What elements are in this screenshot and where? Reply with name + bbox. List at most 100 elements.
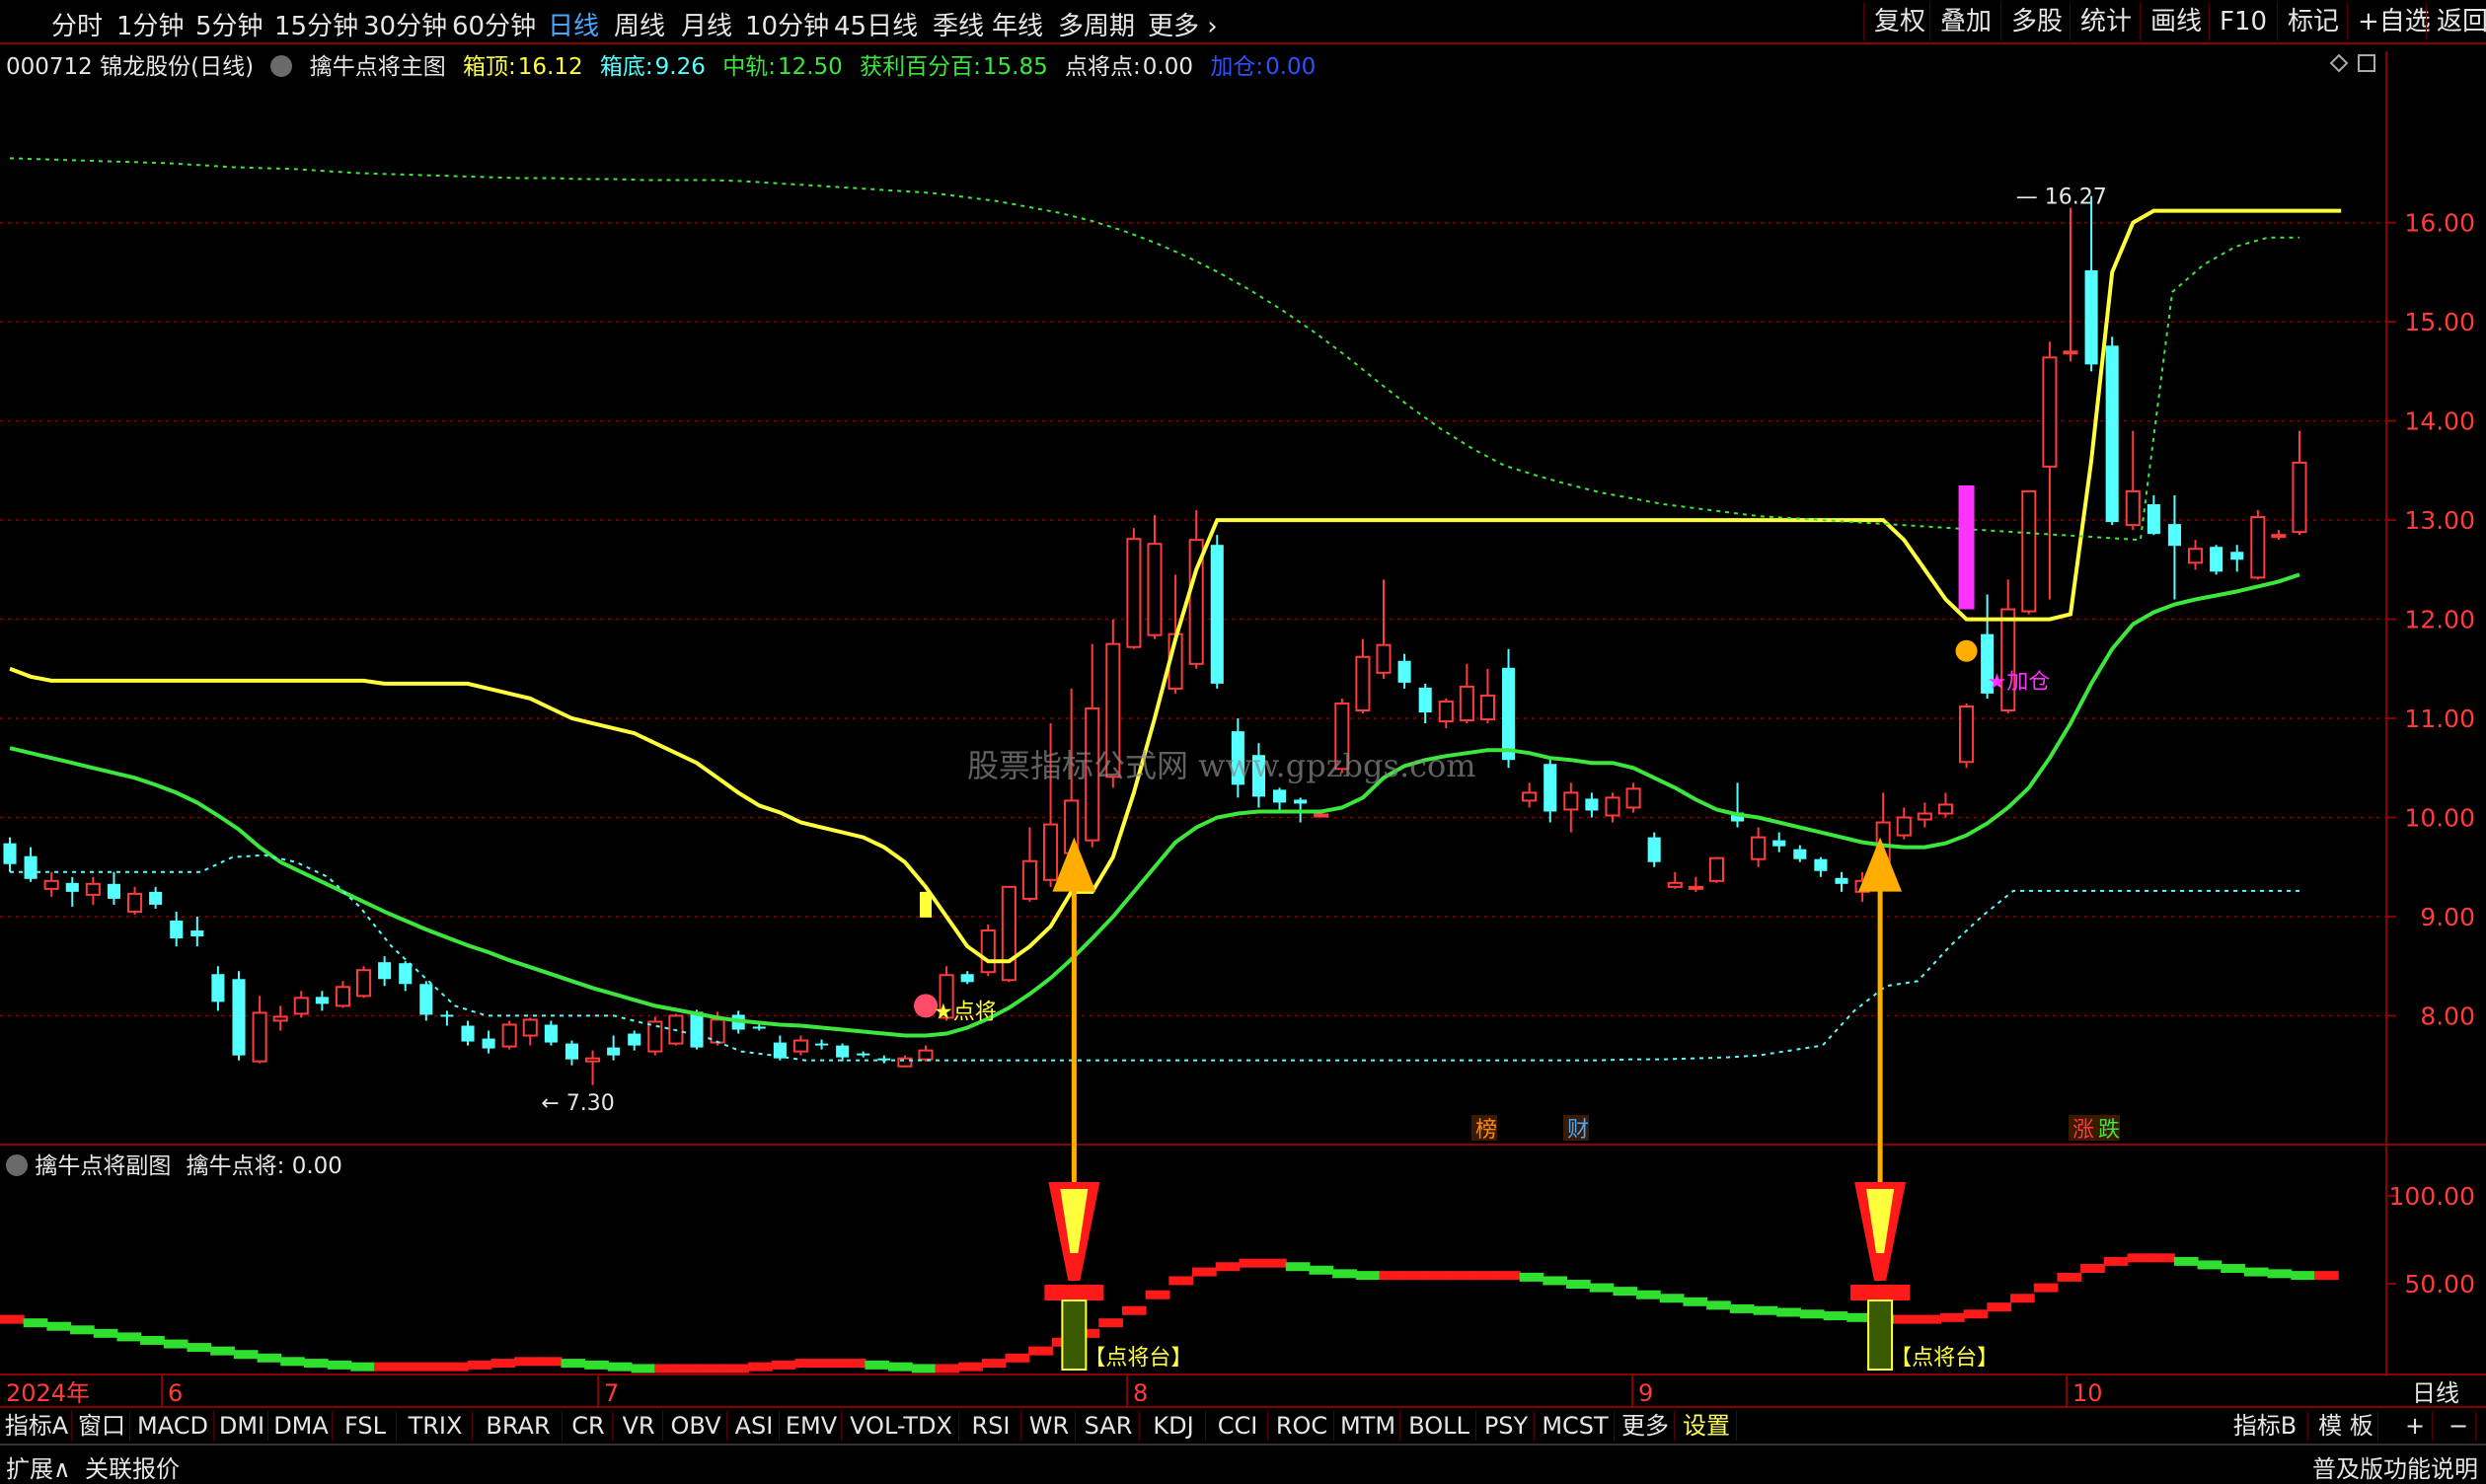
indicator-tab-17[interactable]: KDJ <box>1142 1411 1206 1441</box>
sub-bar <box>303 1359 329 1369</box>
y-tick-label: 11.00 <box>2404 705 2475 733</box>
platform-post-0 <box>1061 1299 1088 1371</box>
sub-bar <box>187 1343 212 1353</box>
indicator-tab-8[interactable]: CR <box>565 1411 613 1441</box>
candle-body <box>2125 489 2141 527</box>
indicator-tab-2[interactable]: MACD <box>132 1411 214 1441</box>
candle-body <box>1210 545 1224 684</box>
sub-bar <box>2221 1264 2245 1273</box>
x-tick-label: 7 <box>604 1379 619 1406</box>
candle-body <box>752 1026 766 1029</box>
bottom-right-button-3[interactable]: − <box>2442 1411 2476 1441</box>
bottom-right-button-1[interactable]: 模 板 <box>2314 1411 2378 1441</box>
indicator-tab-20[interactable]: MTM <box>1336 1411 1400 1441</box>
sub-bar <box>140 1335 165 1345</box>
indicator-tab-24[interactable]: 更多 <box>1617 1411 1675 1441</box>
bottom-right-button-2[interactable]: + <box>2398 1411 2433 1441</box>
candle-body <box>170 920 184 939</box>
sub-bar <box>350 1362 375 1372</box>
indicator-tab-11[interactable]: ASI <box>729 1411 780 1441</box>
indicator-tab-15[interactable]: WR <box>1023 1411 1076 1441</box>
candle-body <box>1917 812 1932 821</box>
indicator-tab-5[interactable]: FSL <box>335 1411 397 1441</box>
candle-body <box>1585 798 1599 811</box>
candle-body <box>1294 799 1308 804</box>
bottom-right-button-0[interactable]: 指标B <box>2222 1411 2308 1441</box>
candle-body <box>1438 700 1454 723</box>
candle-body <box>690 1011 704 1048</box>
candle-body <box>1814 858 1828 871</box>
indicator-tab-21[interactable]: BOLL <box>1402 1411 1476 1441</box>
candle-body <box>1544 764 1557 812</box>
indicator-tab-18[interactable]: CCI <box>1208 1411 1268 1441</box>
sub-bar <box>257 1353 282 1363</box>
sub-bar <box>327 1360 352 1370</box>
candle-body <box>1459 685 1474 722</box>
candle-body <box>836 1045 850 1058</box>
y-tick-label: 16.00 <box>2404 209 2475 238</box>
sub-bar <box>444 1362 469 1372</box>
y-tick-label: 8.00 <box>2420 1002 2475 1030</box>
indicator-tab-1[interactable]: 窗口 <box>74 1411 130 1441</box>
sub-bar <box>2033 1283 2059 1293</box>
dianjiangtai-label-1: 【点将台】 <box>1890 1346 1998 1371</box>
indicator-tab-19[interactable]: ROC <box>1270 1411 1334 1441</box>
candle-body <box>293 997 309 1015</box>
indicator-tab-10[interactable]: OBV <box>665 1411 727 1441</box>
sub-bar <box>1285 1262 1311 1272</box>
candle-body <box>2271 534 2287 539</box>
candle-body <box>1563 791 1579 811</box>
sub-bar <box>1168 1276 1194 1286</box>
indicator-tab-22[interactable]: PSY <box>1478 1411 1535 1441</box>
indicator-tab-4[interactable]: DMA <box>270 1411 333 1441</box>
sub-bar <box>2291 1271 2315 1281</box>
sub-bar <box>935 1364 960 1373</box>
sub-bar <box>677 1364 703 1373</box>
indicator-tab-12[interactable]: EMV <box>782 1411 842 1441</box>
sub-bar <box>93 1328 118 1338</box>
funnel-cap-0 <box>1044 1285 1104 1300</box>
sub-bar <box>911 1364 937 1373</box>
candle-body <box>1647 837 1661 862</box>
sub-bar <box>1729 1303 1755 1313</box>
sub-bar <box>1776 1307 1801 1317</box>
indicator-tab-25[interactable]: 设置 <box>1677 1411 1737 1441</box>
candle-body <box>1418 687 1432 713</box>
candle-body <box>1502 667 1516 761</box>
sub-bar <box>1987 1302 2012 1312</box>
candle-body <box>461 1025 475 1042</box>
indicator-tab-0[interactable]: 指标A <box>2 1411 72 1441</box>
sub-bar <box>724 1364 749 1373</box>
sub-bar <box>23 1318 48 1328</box>
sub-bar <box>1098 1318 1123 1328</box>
candle-body <box>710 1018 725 1044</box>
diamond-icon <box>2329 53 2349 73</box>
indicator-tab-16[interactable]: SAR <box>1078 1411 1140 1441</box>
sub-bar <box>865 1360 890 1370</box>
expand-button[interactable]: 扩展∧ <box>6 1449 71 1484</box>
indicator-tab-9[interactable]: VR <box>615 1411 663 1441</box>
sub-bar <box>1940 1312 1965 1322</box>
candle-body <box>2210 547 2223 572</box>
sub-bar <box>1636 1290 1661 1299</box>
candle-body <box>356 969 372 998</box>
edition-info-link[interactable]: 普及版功能说明 <box>2312 1449 2478 1484</box>
sub-bar <box>1543 1276 1568 1286</box>
kline-chart[interactable]: 8.00 9.00 10.00 11.00 12.00 13.00 14.00 15.00 16… <box>0 0 2486 1406</box>
candle-body <box>1355 655 1371 712</box>
indicator-tab-23[interactable]: MCST <box>1537 1411 1615 1441</box>
sub-bar <box>1963 1309 1989 1319</box>
sub-bar <box>701 1364 726 1373</box>
indicator-tab-13[interactable]: VOL-TDX <box>844 1411 959 1441</box>
sub-bar <box>2080 1264 2105 1273</box>
sub-bar <box>1683 1297 1708 1306</box>
indicator-tab-6[interactable]: TRIX <box>399 1411 473 1441</box>
sub-bar <box>2243 1267 2269 1277</box>
indicator-tab-14[interactable]: RSI <box>961 1411 1021 1441</box>
sub-bar <box>1706 1300 1731 1310</box>
indicator-tab-7[interactable]: BRAR <box>475 1411 563 1441</box>
panel-toggle-icon <box>2358 54 2375 72</box>
related-quote-button[interactable]: 关联报价 <box>85 1449 180 1484</box>
indicator-tab-3[interactable]: DMI <box>216 1411 268 1441</box>
sub-bar <box>1028 1346 1053 1356</box>
